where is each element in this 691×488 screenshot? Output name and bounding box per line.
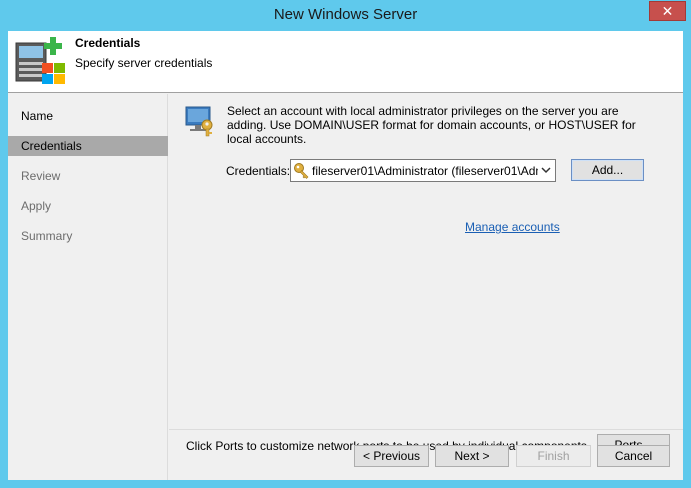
footer-divider <box>169 429 683 430</box>
title-bar[interactable]: New Windows Server ✕ <box>0 0 691 31</box>
sidebar-item-name[interactable]: Name <box>8 106 168 126</box>
credentials-label: Credentials: <box>226 164 291 178</box>
wizard-header: Credentials Specify server credentials <box>8 31 683 93</box>
close-button[interactable]: ✕ <box>649 1 686 21</box>
next-button[interactable]: Next > <box>435 445 509 467</box>
wizard-content: Select an account with local administrat… <box>169 94 683 456</box>
manage-accounts-link[interactable]: Manage accounts <box>465 220 560 234</box>
chevron-down-icon <box>541 167 551 174</box>
windows-server-add-icon <box>15 37 65 84</box>
wizard-step-subtitle: Specify server credentials <box>75 56 213 70</box>
dialog-window: New Windows Server ✕ Credentials Specify… <box>0 0 691 488</box>
previous-button[interactable]: < Previous <box>354 445 429 467</box>
credentials-selected-value: fileserver01\Administrator (fileserver01… <box>312 164 538 178</box>
finish-button[interactable]: Finish <box>516 445 591 467</box>
cancel-button[interactable]: Cancel <box>597 445 670 467</box>
sidebar-item-credentials[interactable]: Credentials <box>8 136 168 156</box>
add-credentials-button[interactable]: Add... <box>571 159 644 181</box>
credentials-description: Select an account with local administrat… <box>227 104 636 146</box>
computer-key-icon <box>185 106 213 137</box>
sidebar-item-summary[interactable]: Summary <box>8 226 168 246</box>
key-icon <box>294 163 309 179</box>
credentials-dropdown[interactable]: fileserver01\Administrator (fileserver01… <box>290 159 556 182</box>
window-title: New Windows Server <box>273 6 418 23</box>
sidebar-item-review[interactable]: Review <box>8 166 168 186</box>
sidebar-item-apply[interactable]: Apply <box>8 196 168 216</box>
dialog-client: Credentials Specify server credentials N… <box>8 31 683 480</box>
wizard-step-title: Credentials <box>75 36 141 50</box>
wizard-steps-sidebar: Name Credentials Review Apply Summary <box>8 94 168 480</box>
